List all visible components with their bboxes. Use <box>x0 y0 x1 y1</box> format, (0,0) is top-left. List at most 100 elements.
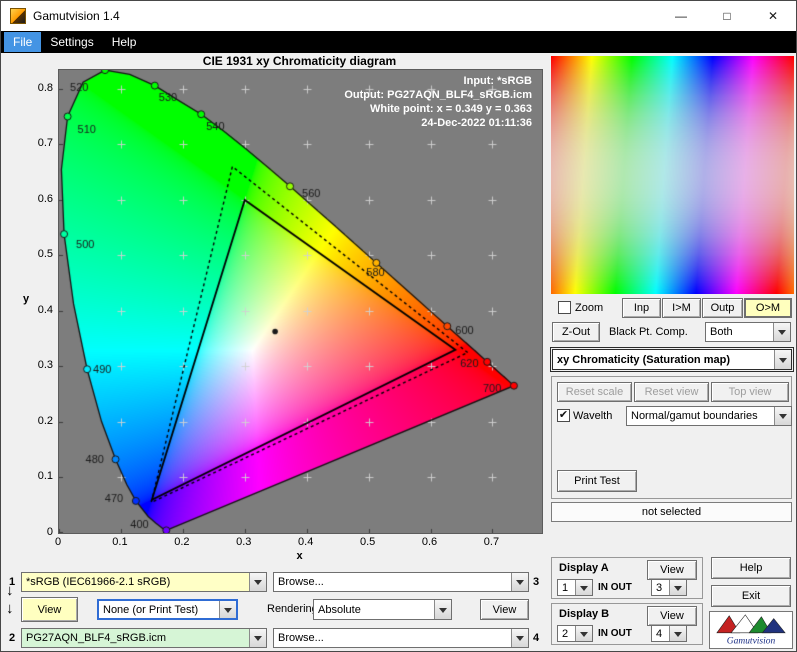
reset-view-button[interactable]: Reset view <box>634 382 709 402</box>
display-b-out-value: 4 <box>656 627 663 640</box>
zoom-checkbox[interactable] <box>558 301 571 314</box>
close-icon: ✕ <box>767 9 779 23</box>
maximize-icon: □ <box>723 9 731 23</box>
dropdown-arrow-icon <box>669 626 686 641</box>
display-a-title: Display A <box>559 562 609 574</box>
reset-scale-button[interactable]: Reset scale <box>557 382 632 402</box>
minimize-button[interactable]: — <box>658 1 704 31</box>
browse-output-value: Browse... <box>278 632 324 644</box>
test-pattern-select[interactable]: None (or Print Test) <box>97 599 238 620</box>
x-tick-label: 0.3 <box>236 536 252 548</box>
wavelength-label: Wavelth <box>573 410 613 422</box>
dropdown-arrow-icon <box>434 600 451 619</box>
dropdown-arrow-icon <box>511 629 528 647</box>
y-tick-label: 0.7 <box>37 137 53 150</box>
titlebar: Gamutvision 1.4 — □ ✕ <box>1 1 796 31</box>
black-pt-comp-label: Black Pt. Comp. <box>609 326 688 338</box>
display-b-in-select[interactable]: 2 <box>557 625 593 642</box>
slot-2-label: 2 <box>9 632 16 644</box>
app-icon <box>10 8 26 24</box>
browse-input-select[interactable]: Browse... <box>273 572 529 592</box>
input-profile-select[interactable]: *sRGB (IEC61966-2.1 sRGB) <box>21 572 267 592</box>
view-input-button[interactable]: View <box>21 597 78 622</box>
menu-settings[interactable]: Settings <box>41 32 102 52</box>
flow-down-arrow-icon: ↓ <box>6 582 14 599</box>
slot-3-label: 3 <box>533 576 540 588</box>
rendering-intent-value: Absolute <box>318 603 361 616</box>
dropdown-arrow-icon <box>575 626 592 641</box>
display-b-out-select[interactable]: 4 <box>651 625 687 642</box>
selection-status: not selected <box>551 502 792 522</box>
dropdown-arrow-icon <box>773 323 790 341</box>
window-controls: — □ ✕ <box>658 1 796 31</box>
window-title: Gamutvision 1.4 <box>33 9 120 23</box>
display-a-view-button[interactable]: View <box>647 560 697 580</box>
print-test-button[interactable]: Print Test <box>557 470 637 492</box>
y-tick-label: 0.3 <box>37 359 53 372</box>
check-icon: ✔ <box>558 409 569 421</box>
input-to-monitor-button[interactable]: I>M <box>662 298 701 318</box>
app-window: Gamutvision 1.4 — □ ✕ File Settings Help… <box>0 0 797 652</box>
help-button[interactable]: Help <box>711 557 791 579</box>
display-a-in-value: 1 <box>562 581 569 594</box>
dropdown-arrow-icon <box>575 580 592 595</box>
exit-button[interactable]: Exit <box>711 585 791 607</box>
dropdown-arrow-icon <box>669 580 686 595</box>
view-mode-value: xy Chromaticity (Saturation map) <box>557 353 730 366</box>
x-tick-label: 0.4 <box>298 536 314 548</box>
display-b-view-button[interactable]: View <box>647 606 697 626</box>
y-tick-label: 0.2 <box>37 414 53 427</box>
top-view-button[interactable]: Top view <box>711 382 789 402</box>
slot-4-label: 4 <box>533 632 540 644</box>
dropdown-arrow-icon <box>511 573 528 591</box>
browse-output-select[interactable]: Browse... <box>273 628 529 648</box>
x-tick-label: 0.6 <box>421 536 438 548</box>
menubar: File Settings Help <box>1 31 796 53</box>
y-axis-label: y <box>23 293 30 305</box>
gamutvision-logo: Gamutvision <box>709 611 793 649</box>
outp-button[interactable]: Outp <box>702 298 743 318</box>
y-tick-label: 0.1 <box>37 470 53 483</box>
display-a-in-select[interactable]: 1 <box>557 579 593 596</box>
menu-file[interactable]: File <box>4 32 42 52</box>
x-tick-label: 0.1 <box>112 536 128 548</box>
saturation-map-preview <box>551 56 794 294</box>
zoom-label: Zoom <box>575 302 604 314</box>
flow-down-arrow-icon: ↓ <box>6 600 14 617</box>
dropdown-arrow-icon <box>219 601 236 618</box>
y-tick-label: 0.4 <box>37 303 53 316</box>
display-b-title: Display B <box>559 608 610 620</box>
input-profile-value: *sRGB (IEC61966-2.1 sRGB) <box>26 576 171 588</box>
output-to-monitor-button[interactable]: O>M <box>744 298 792 318</box>
x-axis-label: x <box>296 550 303 562</box>
rendering-label: Rendering <box>267 603 318 615</box>
boundaries-select[interactable]: Normal/gamut boundaries <box>626 406 792 426</box>
dropdown-arrow-icon <box>774 350 791 369</box>
black-pt-comp-select[interactable]: Both <box>705 322 791 342</box>
maximize-button[interactable]: □ <box>704 1 750 31</box>
test-pattern-value: None (or Print Test) <box>103 603 199 616</box>
y-tick-label: 0.6 <box>37 192 53 205</box>
black-pt-comp-value: Both <box>710 326 733 338</box>
y-tick-label: 0 <box>46 526 53 538</box>
y-tick-label: 0.5 <box>37 248 53 261</box>
rendering-intent-select[interactable]: Absolute <box>313 599 452 620</box>
close-button[interactable]: ✕ <box>750 1 796 31</box>
zoom-out-button[interactable]: Z-Out <box>552 322 600 342</box>
dropdown-arrow-icon <box>249 573 266 591</box>
display-a-out-select[interactable]: 3 <box>651 579 687 596</box>
chromaticity-diagram[interactable] <box>58 69 543 534</box>
x-tick-label: 0.2 <box>174 536 190 548</box>
inp-button[interactable]: Inp <box>622 298 661 318</box>
dropdown-arrow-icon <box>774 407 791 425</box>
view-output-button[interactable]: View <box>480 599 529 620</box>
minimize-icon: — <box>675 9 687 23</box>
wavelength-checkbox[interactable]: ✔ <box>557 409 570 422</box>
gamutvision-logo-text: Gamutvision <box>727 636 776 646</box>
x-tick-label: 0.7 <box>483 536 500 548</box>
display-b-in-out-label: IN OUT <box>598 628 632 639</box>
output-profile-select[interactable]: PG27AQN_BLF4_sRGB.icm <box>21 628 267 648</box>
view-mode-select[interactable]: xy Chromaticity (Saturation map) <box>550 347 794 372</box>
boundaries-value: Normal/gamut boundaries <box>631 410 758 422</box>
menu-help[interactable]: Help <box>103 32 146 52</box>
